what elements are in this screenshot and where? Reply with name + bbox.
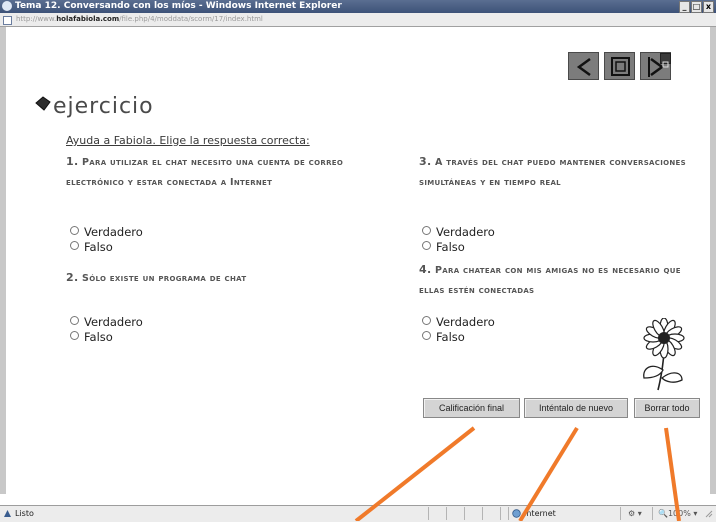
- status-divider: [500, 507, 501, 520]
- close-window-button[interactable]: x: [703, 1, 714, 13]
- option-label: Falso: [84, 330, 113, 344]
- help-button[interactable]: [660, 53, 671, 68]
- previous-button[interactable]: [568, 52, 599, 80]
- q1-option-falso[interactable]: Falso: [70, 240, 113, 254]
- q2-option-falso[interactable]: Falso: [70, 330, 113, 344]
- window-titlebar: Tema 12. Conversando con los míos - Wind…: [0, 0, 716, 13]
- exercise-diamond-icon: [35, 96, 51, 111]
- status-divider: [482, 507, 483, 520]
- question-number: 4.: [419, 263, 432, 276]
- radio-button[interactable]: [422, 226, 431, 235]
- minimize-button[interactable]: _: [679, 1, 690, 13]
- radio-button[interactable]: [70, 226, 79, 235]
- retry-button[interactable]: Inténtalo de nuevo: [524, 398, 628, 418]
- flower-icon: [643, 318, 685, 391]
- clear-all-button[interactable]: Borrar todo: [634, 398, 700, 418]
- option-label: Verdadero: [84, 315, 143, 329]
- question-text: Sólo existe un programa de chat: [82, 273, 247, 284]
- question-2: 2. Sólo existe un programa de chat: [66, 268, 396, 289]
- zoom-control[interactable]: 🔍100% ▾: [658, 506, 697, 521]
- question-number: 2.: [66, 271, 79, 284]
- radio-button[interactable]: [70, 316, 79, 325]
- home-icon: [611, 57, 630, 76]
- zoom-icon: 🔍: [658, 509, 668, 518]
- radio-button[interactable]: [422, 316, 431, 325]
- question-4: 4. Para chatear con mis amigas no es nec…: [419, 260, 699, 301]
- address-bar[interactable]: http://www.holafabiola.com/file.php/4/mo…: [0, 13, 716, 27]
- status-divider: [446, 507, 447, 520]
- zoom-level: 100%: [667, 509, 691, 518]
- q4-option-falso[interactable]: Falso: [422, 330, 465, 344]
- question-text: A través del chat puedo mantener convers…: [419, 157, 686, 188]
- window-title: Tema 12. Conversando con los míos - Wind…: [15, 1, 342, 11]
- option-label: Falso: [436, 330, 465, 344]
- protected-mode-icon[interactable]: ⚙ ▾: [628, 506, 642, 521]
- option-label: Falso: [436, 240, 465, 254]
- status-divider: [620, 507, 621, 520]
- page-border-left: [0, 27, 6, 494]
- radio-button[interactable]: [70, 241, 79, 250]
- status-text: Listo: [15, 509, 34, 518]
- q3-option-verdadero[interactable]: Verdadero: [422, 225, 495, 239]
- q2-option-verdadero[interactable]: Verdadero: [70, 315, 143, 329]
- status-divider: [428, 507, 429, 520]
- help-icon: [662, 61, 669, 68]
- question-text: Para utilizar el chat necesito una cuent…: [66, 157, 344, 188]
- option-label: Verdadero: [436, 225, 495, 239]
- status-divider: [464, 507, 465, 520]
- q1-option-verdadero[interactable]: Verdadero: [70, 225, 143, 239]
- home-button[interactable]: [604, 52, 635, 80]
- final-grade-button[interactable]: Calificación final: [423, 398, 520, 418]
- question-number: 1.: [66, 155, 79, 168]
- question-1: 1. Para utilizar el chat necesito una cu…: [66, 152, 396, 193]
- zone-label: Internet: [524, 509, 556, 518]
- globe-icon: [512, 509, 521, 518]
- radio-button[interactable]: [422, 331, 431, 340]
- option-label: Falso: [84, 240, 113, 254]
- url-domain: holafabiola.com: [56, 15, 120, 23]
- page-border-right: [710, 27, 716, 494]
- url-path: /file.php/4/moddata/scorm/17/index.html: [119, 15, 263, 23]
- page-icon: [3, 16, 12, 25]
- ie-icon: [2, 1, 12, 11]
- exercise-title: ejercicio: [53, 94, 154, 119]
- status-divider: [508, 507, 509, 520]
- q4-option-verdadero[interactable]: Verdadero: [422, 315, 495, 329]
- maximize-button[interactable]: □: [691, 1, 702, 13]
- url-prefix: http://www.: [16, 15, 57, 23]
- status-bar: Listo Internet ⚙ ▾ 🔍100% ▾: [0, 505, 716, 522]
- page-done-icon: [4, 510, 11, 517]
- previous-icon: [576, 57, 591, 77]
- exercise-instruction: Ayuda a Fabiola. Elige la respuesta corr…: [66, 134, 310, 147]
- resize-grip-icon[interactable]: [705, 508, 713, 518]
- option-label: Verdadero: [84, 225, 143, 239]
- window-controls: _ □ x: [679, 1, 714, 13]
- option-label: Verdadero: [436, 315, 495, 329]
- radio-button[interactable]: [422, 241, 431, 250]
- question-text: Para chatear con mis amigas no es necesa…: [419, 265, 681, 296]
- q3-option-falso[interactable]: Falso: [422, 240, 465, 254]
- question-number: 3.: [419, 155, 432, 168]
- address-url[interactable]: http://www.holafabiola.com/file.php/4/mo…: [16, 13, 263, 26]
- radio-button[interactable]: [70, 331, 79, 340]
- question-3: 3. A través del chat puedo mantener conv…: [419, 152, 699, 193]
- status-divider: [652, 507, 653, 520]
